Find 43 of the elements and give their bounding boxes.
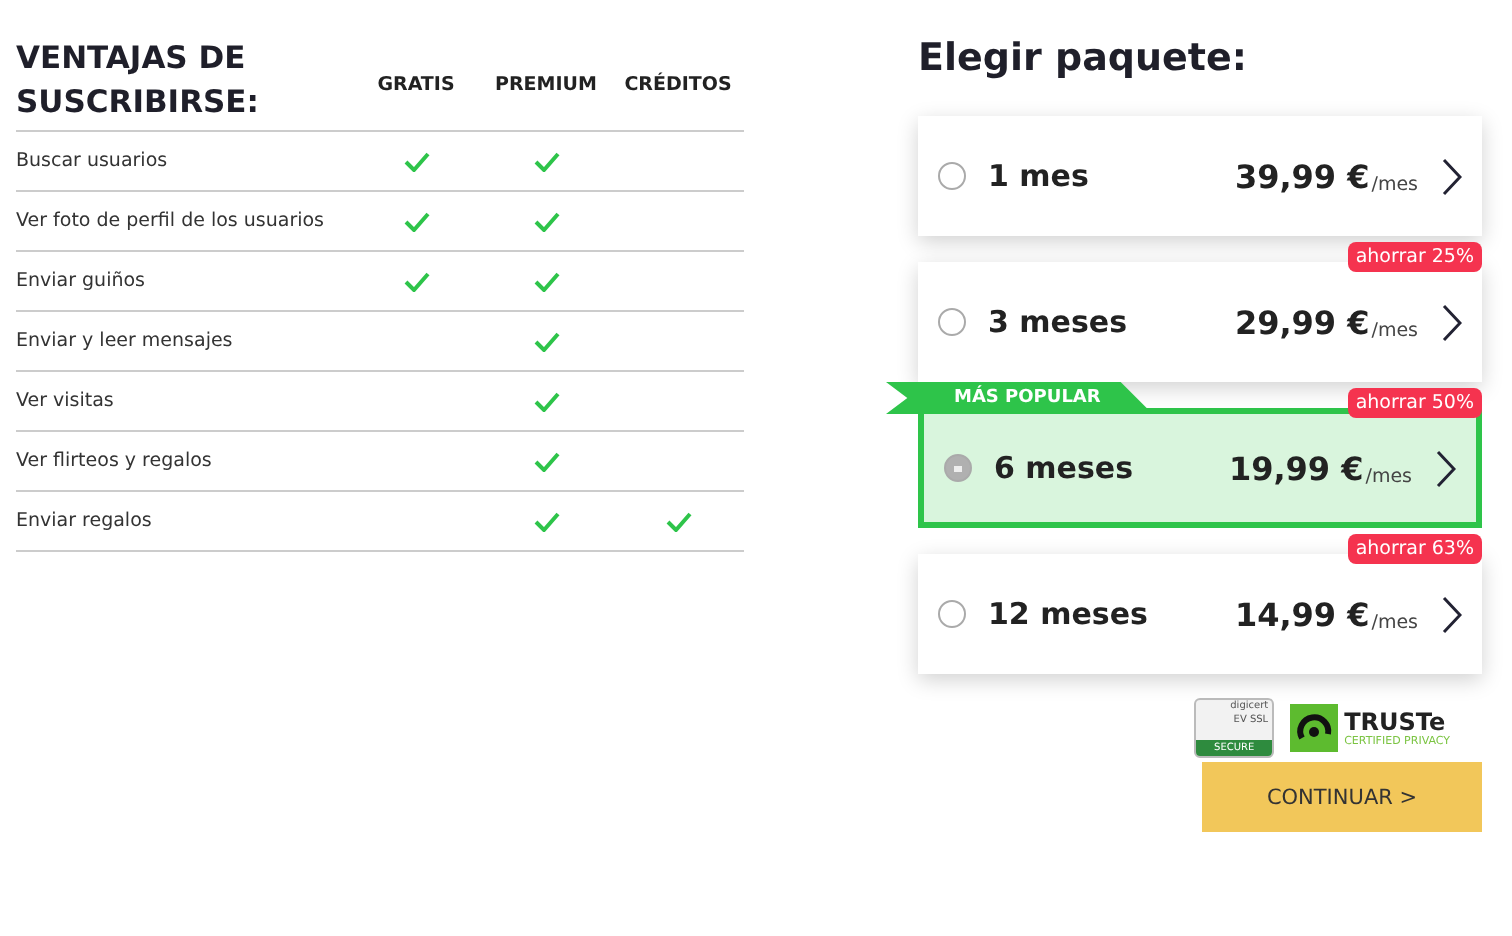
section-title: Elegir paquete:	[918, 36, 1249, 84]
package-price: 14,99 €	[1234, 595, 1370, 633]
feature-label: Enviar y leer mensajes	[16, 330, 235, 352]
section-title: VENTAJAS DE SUSCRIBIRSE:	[16, 38, 261, 124]
continue-button[interactable]: CONTINUAR >	[1202, 762, 1482, 832]
package-option[interactable]: 3 meses 29,99 €/mes	[918, 262, 1482, 382]
feature-label: Enviar guiños	[16, 270, 148, 292]
feature-label: Buscar usuarios	[16, 150, 170, 172]
popular-ribbon: MÁS POPULAR	[886, 382, 1153, 414]
discount-badge: ahorrar 25%	[1347, 242, 1482, 272]
package-name: 12 meses	[988, 596, 1150, 632]
chevron-right-icon	[1442, 595, 1462, 633]
feature-label: Ver visitas	[16, 390, 116, 412]
privacy-seal-icon	[1290, 704, 1339, 752]
package-option[interactable]: 6 meses 19,99 €/mes	[918, 408, 1482, 528]
radio-button[interactable]	[938, 162, 966, 190]
radio-button[interactable]	[938, 600, 966, 628]
price-unit: /mes	[1371, 319, 1418, 341]
discount-badge: ahorrar 50%	[1347, 388, 1482, 418]
column-header: GRATIS	[375, 74, 457, 100]
feature-label: Enviar regalos	[16, 510, 154, 532]
column-header: PREMIUM	[493, 74, 599, 100]
feature-label: Ver flirteos y regalos	[16, 450, 214, 472]
chevron-right-icon	[1442, 303, 1462, 341]
package-name: 3 meses	[988, 304, 1129, 340]
chevron-right-icon	[1442, 157, 1462, 195]
column-header: CRÉDITOS	[622, 74, 734, 100]
radio-button[interactable]	[944, 454, 972, 482]
package-price: 19,99 €	[1228, 449, 1364, 487]
price-unit: /mes	[1365, 465, 1412, 487]
feature-label: Ver foto de perfil de los usuarios	[16, 210, 326, 232]
price-unit: /mes	[1371, 611, 1418, 633]
radio-button[interactable]	[938, 308, 966, 336]
package-price: 39,99 €	[1234, 157, 1370, 195]
package-option[interactable]: 12 meses 14,99 €/mes	[918, 554, 1482, 674]
price-unit: /mes	[1371, 173, 1418, 195]
privacy-seal-brand: TRUSTe	[1344, 709, 1448, 735]
discount-badge: ahorrar 63%	[1347, 534, 1482, 564]
package-name: 6 meses	[994, 450, 1135, 486]
package-name: 1 mes	[988, 158, 1091, 194]
package-price: 29,99 €	[1234, 303, 1370, 341]
chevron-right-icon	[1436, 449, 1456, 487]
package-option[interactable]: 1 mes 39,99 €/mes	[918, 116, 1482, 236]
